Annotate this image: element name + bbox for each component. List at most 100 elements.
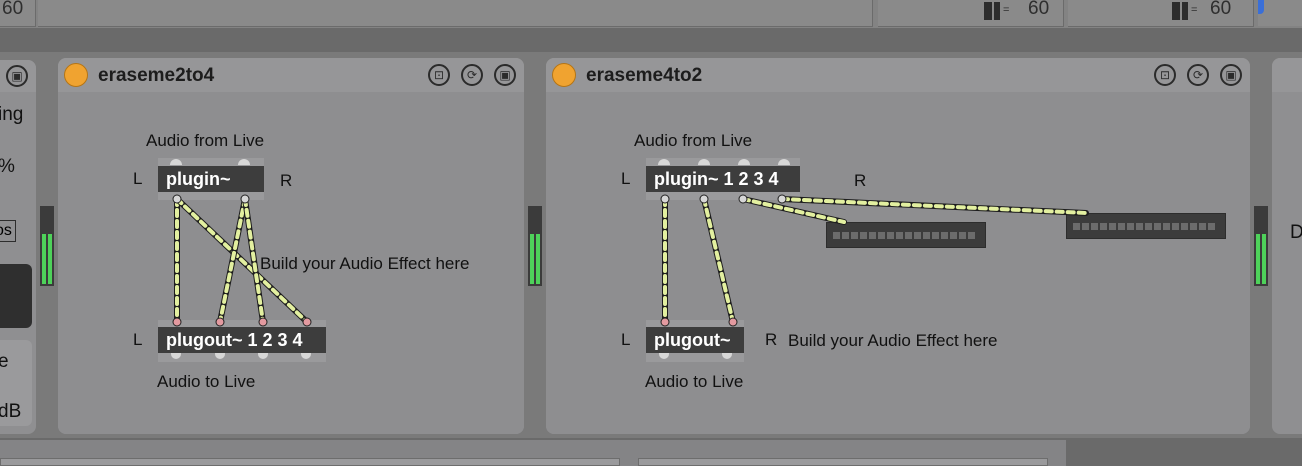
- plugin-inlet-2: [698, 159, 710, 165]
- led: [887, 232, 894, 239]
- left-partial-device: ▣ ing % os e dB: [0, 60, 36, 434]
- led: [1082, 223, 1089, 230]
- led: [878, 232, 885, 239]
- left-out-label: L: [621, 330, 631, 349]
- plugin-object-label: plugin~: [166, 169, 231, 189]
- selection-indicator: [1258, 0, 1264, 14]
- top-cell-right: = 60: [1068, 0, 1254, 27]
- right-fader-icon-b: [1182, 2, 1188, 20]
- led: [842, 232, 849, 239]
- bottom-scroll-right[interactable]: [638, 458, 1048, 466]
- plugout-object[interactable]: plugout~ 1 2 3 4: [158, 327, 326, 353]
- plugout-object-label: plugout~ 1 2 3 4: [166, 330, 303, 350]
- mid-fader-icon-b: [994, 2, 1000, 20]
- left-dark-button[interactable]: [0, 264, 32, 328]
- meter-bar-r: [48, 234, 52, 284]
- device-title: eraseme2to4: [98, 65, 215, 86]
- led: [950, 232, 957, 239]
- led: [914, 232, 921, 239]
- plugin-object[interactable]: plugin~ 1 2 3 4: [646, 166, 800, 192]
- led: [959, 232, 966, 239]
- level-display-2[interactable]: [1066, 213, 1226, 239]
- left-in-label: L: [621, 169, 631, 188]
- led: [833, 232, 840, 239]
- save-preset-icon[interactable]: ▣: [1220, 64, 1242, 86]
- audio-to-live-label: Audio to Live: [157, 372, 256, 391]
- led: [1073, 223, 1080, 230]
- meter-bar-l: [1256, 234, 1260, 284]
- refresh-icon[interactable]: ⟳: [461, 64, 483, 86]
- led: [896, 232, 903, 239]
- led: [1100, 223, 1107, 230]
- led: [860, 232, 867, 239]
- top-left-value: 60: [2, 0, 24, 19]
- led: [1181, 223, 1188, 230]
- led: [923, 232, 930, 239]
- left-out-label: L: [133, 330, 143, 349]
- led: [869, 232, 876, 239]
- meter-bar-r: [536, 234, 540, 284]
- right-partial-device: D: [1272, 58, 1302, 434]
- top-cell-mid: = 60: [878, 0, 1064, 27]
- right-out-label: R: [765, 330, 778, 349]
- plugin-object-label: plugin~ 1 2 3 4: [654, 169, 779, 189]
- right-fader-icon[interactable]: [1172, 2, 1180, 20]
- left-fragment-4: e: [0, 351, 9, 372]
- led: [1199, 223, 1206, 230]
- audio-from-live-label: Audio from Live: [146, 131, 265, 150]
- meter-bar-l: [42, 234, 46, 284]
- audio-from-live-label: Audio from Live: [634, 131, 753, 150]
- effect-comment: Build your Audio Effect here: [788, 331, 998, 350]
- refresh-icon[interactable]: ⟳: [1187, 64, 1209, 86]
- meter-bar-r: [1262, 234, 1266, 284]
- level-meter-1: [40, 206, 54, 286]
- level-display-1[interactable]: [826, 222, 986, 248]
- led: [851, 232, 858, 239]
- left-fragment-3: os: [0, 222, 12, 239]
- plugin-inlet-1: [658, 159, 670, 165]
- device-power-button[interactable]: [64, 63, 88, 87]
- led: [941, 232, 948, 239]
- led: [1190, 223, 1197, 230]
- save-preset-icon[interactable]: ▣: [494, 64, 516, 86]
- led: [1172, 223, 1179, 230]
- top-right-value: 60: [1210, 0, 1232, 19]
- led: [1163, 223, 1170, 230]
- left-units-box[interactable]: os: [0, 220, 16, 242]
- plugin-inlet-4: [778, 159, 790, 165]
- hot-swap-icon[interactable]: ⊡: [428, 64, 450, 86]
- plugin-inlet-1: [170, 159, 182, 165]
- led: [1118, 223, 1125, 230]
- meter-bar-l: [530, 234, 534, 284]
- top-cell-main: [38, 0, 873, 27]
- bottom-scroll-left[interactable]: [0, 458, 620, 466]
- led-row: [833, 232, 975, 239]
- plugin-inlet-3: [738, 159, 750, 165]
- device-eraseme4to2: eraseme4to2 ⊡ ⟳ ▣ Audio from Live L R pl…: [546, 58, 1250, 434]
- led: [1127, 223, 1134, 230]
- plugin-object[interactable]: plugin~: [158, 166, 264, 192]
- right-in-label: R: [280, 171, 293, 190]
- right-device-header: [1272, 58, 1302, 92]
- right-fader-ticks: =: [1191, 4, 1198, 16]
- plugin-inlet-2: [238, 159, 250, 165]
- audio-to-live-label: Audio to Live: [645, 372, 744, 391]
- left-fragment-5: dB: [0, 401, 22, 422]
- right-in-label: R: [854, 171, 867, 190]
- led: [1136, 223, 1143, 230]
- save-icon[interactable]: ▣: [6, 65, 28, 87]
- led: [905, 232, 912, 239]
- level-meter-2: [528, 206, 542, 286]
- led: [932, 232, 939, 239]
- led: [1109, 223, 1116, 230]
- level-meter-3: [1254, 206, 1268, 286]
- top-cell-left: 60: [0, 0, 36, 27]
- hot-swap-icon[interactable]: ⊡: [1154, 64, 1176, 86]
- mid-fader-icon[interactable]: [984, 2, 992, 20]
- plugout-object[interactable]: plugout~: [646, 327, 744, 353]
- top-gap: [0, 28, 1302, 52]
- led: [1145, 223, 1152, 230]
- device-power-button[interactable]: [552, 63, 576, 87]
- led: [1154, 223, 1161, 230]
- top-cell-edge: [1258, 0, 1302, 26]
